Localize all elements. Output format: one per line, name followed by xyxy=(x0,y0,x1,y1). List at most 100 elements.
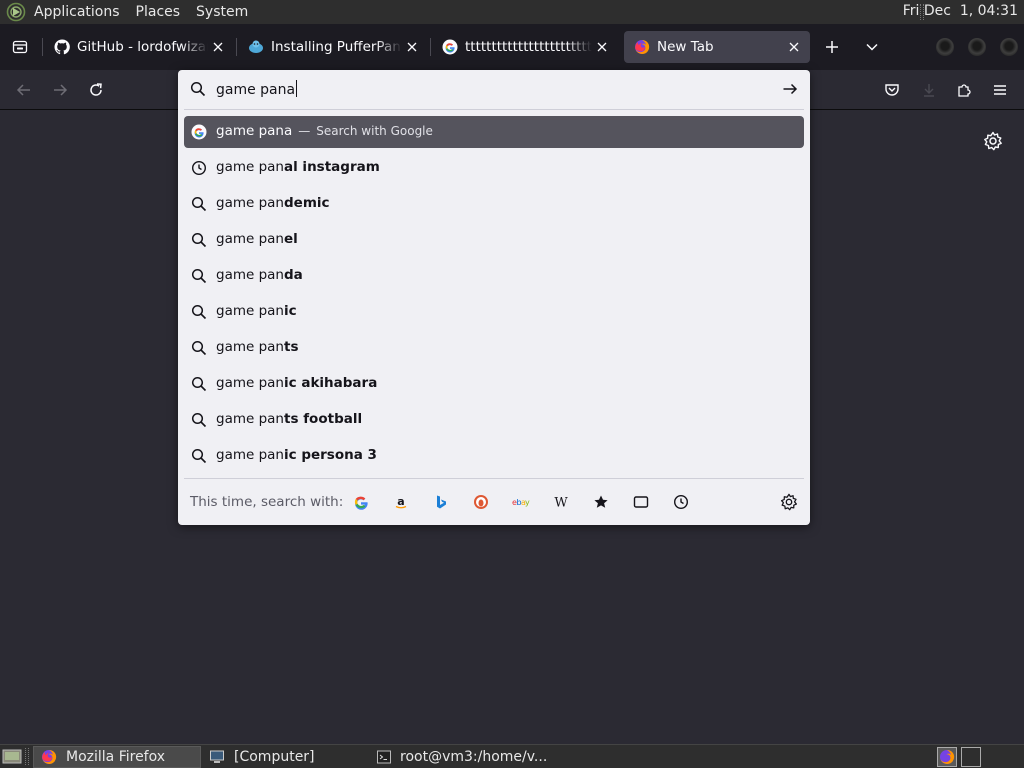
one-off-label: This time, search with: xyxy=(190,494,344,510)
workspace-1[interactable] xyxy=(937,747,957,767)
result-text: game pants football xyxy=(216,411,362,427)
go-arrow-icon[interactable] xyxy=(782,81,798,97)
gear-icon[interactable] xyxy=(983,131,1003,151)
workspace-2[interactable] xyxy=(961,747,981,767)
result-suggested-part: ic akihabara xyxy=(284,375,378,391)
back-button[interactable] xyxy=(12,78,36,102)
bookmarks-star-icon[interactable] xyxy=(592,493,610,511)
result-typed-part: game pan xyxy=(216,195,284,211)
result-row-suggestion[interactable]: game pants football xyxy=(184,402,804,438)
clock[interactable]: Fri Dec 1, 04:31 xyxy=(903,3,1018,19)
result-text: game pana — Search with Google xyxy=(216,123,433,139)
taskbar-item-label: root@vm3:/home/v... xyxy=(400,749,548,765)
search-icon xyxy=(191,340,207,356)
result-row-suggestion[interactable]: game panda xyxy=(184,258,804,294)
urlbar-results: game pana — Search with Google game panal … xyxy=(184,116,804,474)
maximize-window-button[interactable] xyxy=(968,38,986,56)
firefox-icon xyxy=(634,39,650,55)
tab-title: New Tab xyxy=(657,39,714,55)
downloads-button[interactable] xyxy=(917,78,941,102)
search-icon xyxy=(191,412,207,428)
result-row-suggestion[interactable]: game panel xyxy=(184,222,804,258)
close-tab-icon[interactable] xyxy=(592,37,612,57)
result-typed-part: game pan xyxy=(216,375,284,391)
tab-title: GitHub - lordofwizard/ xyxy=(77,39,208,55)
tab-pufferpanel[interactable]: Installing PufferPanel xyxy=(238,31,428,63)
tab-separator xyxy=(236,38,237,56)
close-window-button[interactable] xyxy=(1000,38,1018,56)
forward-button[interactable] xyxy=(48,78,72,102)
result-row-suggestion[interactable]: game panic akihabara xyxy=(184,366,804,402)
result-suggested-part: ic persona 3 xyxy=(284,447,377,463)
text-caret xyxy=(296,80,298,97)
taskbar-item-firefox[interactable]: Mozilla Firefox xyxy=(33,746,201,768)
ebay-icon[interactable]: e b a y xyxy=(512,493,530,511)
app-menu-button[interactable] xyxy=(988,78,1012,102)
result-row-heuristic[interactable]: game pana — Search with Google xyxy=(184,116,804,148)
computer-icon xyxy=(208,748,226,766)
history-clock-icon[interactable] xyxy=(672,493,690,511)
search-icon xyxy=(191,376,207,392)
result-typed-part: game pan xyxy=(216,303,284,319)
result-typed-part: game pan xyxy=(216,411,284,427)
bottom-taskbar: Mozilla Firefox [Computer] root@vm3:/hom… xyxy=(0,744,1024,768)
minimize-window-button[interactable] xyxy=(936,38,954,56)
tabs-icon[interactable] xyxy=(632,493,650,511)
result-row-suggestion[interactable]: game panic persona 3 xyxy=(184,438,804,474)
result-row-suggestion[interactable]: game panic xyxy=(184,294,804,330)
close-tab-icon[interactable] xyxy=(784,37,804,57)
wikipedia-icon[interactable]: W xyxy=(552,493,570,511)
duckduckgo-icon[interactable] xyxy=(472,493,490,511)
github-icon xyxy=(54,39,70,55)
places-menu[interactable]: Places xyxy=(136,4,181,20)
tab-github[interactable]: GitHub - lordofwizard/ xyxy=(44,31,234,63)
applications-menu[interactable]: Applications xyxy=(34,4,120,20)
search-icon xyxy=(190,81,206,97)
search-icon xyxy=(191,196,207,212)
result-suggested-part: da xyxy=(284,267,303,283)
svg-text:y: y xyxy=(525,498,530,507)
google-icon xyxy=(442,39,458,55)
chevron-down-icon xyxy=(866,43,878,51)
bing-icon[interactable] xyxy=(432,493,450,511)
pufferpanel-icon xyxy=(248,39,264,55)
result-suggested-part: al instagram xyxy=(284,159,380,175)
close-tab-icon[interactable] xyxy=(402,37,422,57)
reload-button[interactable] xyxy=(84,78,108,102)
new-tab-button[interactable] xyxy=(820,35,844,59)
result-text: game panic xyxy=(216,303,297,319)
amazon-icon[interactable]: a xyxy=(392,493,410,511)
show-desktop-icon[interactable] xyxy=(2,748,22,765)
divider xyxy=(184,109,804,110)
list-all-tabs-button[interactable] xyxy=(860,35,884,59)
tab-title: tttttttttttttttttttttttttt xyxy=(465,39,592,55)
result-row-suggestion[interactable]: game pandemic xyxy=(184,186,804,222)
search-icon xyxy=(191,232,207,248)
extensions-button[interactable] xyxy=(952,78,976,102)
tab-google-search[interactable]: tttttttttttttttttttttttttt xyxy=(432,31,618,63)
tab-separator xyxy=(42,38,43,56)
result-text: game panic persona 3 xyxy=(216,447,377,463)
urlbar-input[interactable]: game pana xyxy=(216,80,298,98)
result-row-history[interactable]: game panal instagram xyxy=(184,150,804,186)
terminal-icon xyxy=(376,748,392,766)
plus-icon xyxy=(826,41,838,53)
firefox-view-button[interactable] xyxy=(8,35,32,59)
history-clock-icon xyxy=(191,160,207,176)
taskbar-item-computer[interactable]: [Computer] xyxy=(201,746,369,768)
google-icon[interactable] xyxy=(352,493,370,511)
tab-separator xyxy=(430,38,431,56)
result-typed-part: game pan xyxy=(216,159,284,175)
tab-new-tab[interactable]: New Tab xyxy=(624,31,810,63)
taskbar-item-terminal[interactable]: root@vm3:/home/v... xyxy=(369,746,547,768)
arrow-left-icon xyxy=(16,84,30,96)
taskbar-item-label: Mozilla Firefox xyxy=(66,749,166,765)
download-icon xyxy=(924,84,934,97)
result-row-suggestion[interactable]: game pants xyxy=(184,330,804,366)
search-settings-gear-icon[interactable] xyxy=(780,493,798,511)
pocket-button[interactable] xyxy=(880,78,904,102)
close-tab-icon[interactable] xyxy=(208,37,228,57)
system-menu[interactable]: System xyxy=(196,4,248,20)
distro-logo-icon[interactable] xyxy=(6,2,26,22)
urlbar-input-row: game pana xyxy=(178,70,810,108)
